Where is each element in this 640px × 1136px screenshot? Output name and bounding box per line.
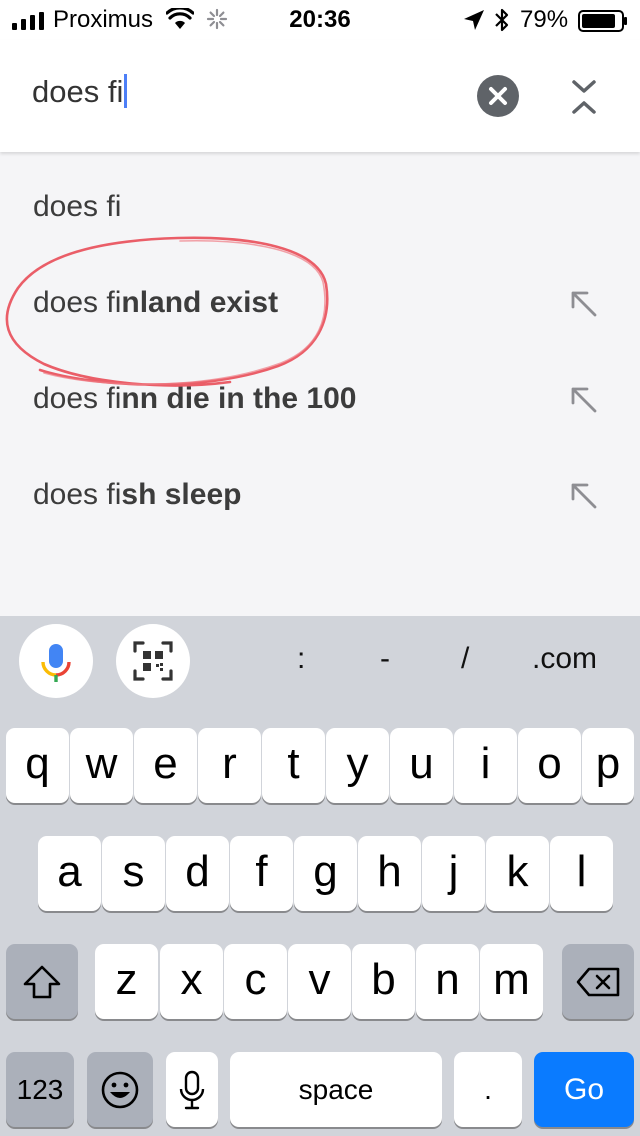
key-n[interactable]: n bbox=[416, 944, 479, 1019]
dictation-key[interactable] bbox=[166, 1052, 218, 1127]
space-key[interactable]: space bbox=[230, 1052, 442, 1127]
text-caret bbox=[124, 74, 128, 108]
search-header: does fi bbox=[0, 40, 640, 152]
key-s[interactable]: s bbox=[102, 836, 165, 911]
suggestion-list: does fi does finland exist does finn die… bbox=[0, 152, 640, 616]
search-input-value: does fi bbox=[32, 74, 124, 109]
key-t[interactable]: t bbox=[262, 728, 325, 803]
key-g[interactable]: g bbox=[294, 836, 357, 911]
key-y[interactable]: y bbox=[326, 728, 389, 803]
key-i[interactable]: i bbox=[454, 728, 517, 803]
quick-key-dotcom[interactable]: .com bbox=[532, 642, 597, 676]
key-x[interactable]: x bbox=[160, 944, 223, 1019]
key-w[interactable]: w bbox=[70, 728, 133, 803]
keyboard: : - / .com q w e r t y u i o p a s d f g… bbox=[0, 616, 640, 1136]
key-o[interactable]: o bbox=[518, 728, 581, 803]
suggestion-text: does fish sleep bbox=[33, 478, 242, 511]
suggestion-item[interactable]: does finn die in the 100 bbox=[0, 356, 640, 452]
key-d[interactable]: d bbox=[166, 836, 229, 911]
key-m[interactable]: m bbox=[480, 944, 543, 1019]
shift-arrow-icon bbox=[23, 965, 61, 998]
fill-query-arrow-icon[interactable] bbox=[568, 480, 600, 512]
key-a[interactable]: a bbox=[38, 836, 101, 911]
key-h[interactable]: h bbox=[358, 836, 421, 911]
key-e[interactable]: e bbox=[134, 728, 197, 803]
battery-percentage: 79% bbox=[520, 6, 569, 33]
qr-scan-button[interactable] bbox=[116, 624, 190, 698]
suggestion-item[interactable]: does fish sleep bbox=[0, 452, 640, 548]
battery-icon bbox=[578, 10, 627, 32]
collapse-icon[interactable] bbox=[570, 78, 598, 116]
numbers-key[interactable]: 123 bbox=[6, 1052, 74, 1127]
search-input[interactable]: does fi bbox=[32, 74, 128, 110]
emoji-icon bbox=[101, 1071, 139, 1108]
key-k[interactable]: k bbox=[486, 836, 549, 911]
key-r[interactable]: r bbox=[198, 728, 261, 803]
key-l[interactable]: l bbox=[550, 836, 613, 911]
key-b[interactable]: b bbox=[352, 944, 415, 1019]
fill-query-arrow-icon[interactable] bbox=[568, 288, 600, 320]
shift-key[interactable] bbox=[6, 944, 78, 1019]
emoji-key[interactable] bbox=[87, 1052, 153, 1127]
backspace-key[interactable] bbox=[562, 944, 634, 1019]
status-bar: Proximus 20:36 79% bbox=[0, 0, 640, 40]
fill-query-arrow-icon[interactable] bbox=[568, 384, 600, 416]
key-f[interactable]: f bbox=[230, 836, 293, 911]
google-mic-icon bbox=[41, 644, 71, 682]
backspace-icon bbox=[576, 967, 620, 996]
close-icon bbox=[489, 87, 507, 105]
suggestion-text: does finn die in the 100 bbox=[33, 382, 357, 415]
key-z[interactable]: z bbox=[95, 944, 158, 1019]
suggestion-text: does finland exist bbox=[33, 286, 279, 319]
quick-key-dash[interactable]: - bbox=[380, 642, 390, 676]
location-arrow-icon bbox=[464, 10, 484, 30]
clear-search-button[interactable] bbox=[477, 75, 519, 117]
go-key[interactable]: Go bbox=[534, 1052, 634, 1127]
key-p[interactable]: p bbox=[582, 728, 634, 803]
period-key[interactable]: . bbox=[454, 1052, 522, 1127]
key-u[interactable]: u bbox=[390, 728, 453, 803]
key-v[interactable]: v bbox=[288, 944, 351, 1019]
suggestion-item[interactable]: does fi bbox=[0, 164, 640, 260]
suggestion-text: does fi bbox=[33, 190, 122, 223]
key-j[interactable]: j bbox=[422, 836, 485, 911]
key-c[interactable]: c bbox=[224, 944, 287, 1019]
quick-key-slash[interactable]: / bbox=[461, 642, 469, 676]
bluetooth-icon bbox=[495, 8, 509, 32]
qr-code-icon bbox=[133, 641, 173, 681]
key-q[interactable]: q bbox=[6, 728, 69, 803]
microphone-icon bbox=[179, 1070, 205, 1109]
quick-key-colon[interactable]: : bbox=[297, 642, 305, 676]
voice-search-button[interactable] bbox=[19, 624, 93, 698]
suggestion-item[interactable]: does finland exist bbox=[0, 260, 640, 356]
